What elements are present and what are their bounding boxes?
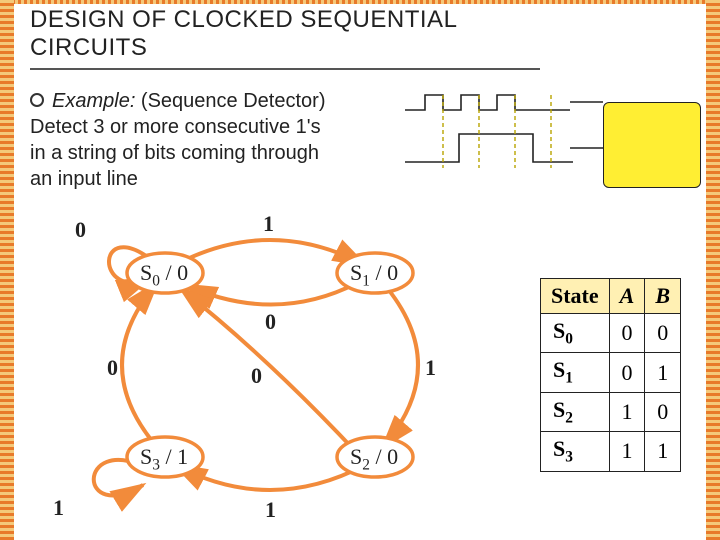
example-rest: (Sequence Detector): [135, 90, 325, 112]
edge-s1-s2: 1: [425, 355, 436, 381]
example-body2: in a string of bits coming through: [30, 142, 319, 164]
edge-s1-s0: 0: [265, 309, 276, 335]
th-A: A: [609, 279, 645, 314]
table-row: S1 0 1: [541, 353, 681, 392]
example-label: Example:: [52, 90, 135, 112]
state-diagram: S0 / 0 S1 / 0 S2 / 0 S3 / 1 0 1 0 1 0 1 …: [25, 205, 525, 535]
decorative-frame-right: [706, 0, 720, 540]
state-diagram-svg: [25, 205, 525, 535]
table-row: S3 1 1: [541, 432, 681, 471]
state-s1-label: S1 / 0: [350, 260, 398, 290]
table-header-row: State A B: [541, 279, 681, 314]
decorative-frame-top: [0, 0, 720, 4]
edge-s0-self: 0: [75, 217, 86, 243]
edge-s0-s1: 1: [263, 211, 274, 237]
edge-s2-s0: 0: [251, 363, 262, 389]
example-body3: an input line: [30, 168, 138, 190]
page-title: DESIGN OF CLOCKED SEQUENTIAL CIRCUITS: [30, 6, 457, 62]
title-underline: [30, 68, 540, 70]
edge-s2-s3: 1: [265, 497, 276, 523]
title-line1: DESIGN OF CLOCKED SEQUENTIAL: [30, 6, 457, 33]
block-diagram: [405, 90, 705, 200]
example-text: Example: (Sequence Detector) Detect 3 or…: [30, 88, 390, 192]
bullet-icon: [30, 93, 44, 107]
state-s0-label: S0 / 0: [140, 260, 188, 290]
example-body1: Detect 3 or more consecutive 1's: [30, 116, 321, 138]
table-row: S0 0 0: [541, 314, 681, 353]
state-s2-label: S2 / 0: [350, 444, 398, 474]
th-state: State: [541, 279, 610, 314]
title-line2: CIRCUITS: [30, 34, 147, 61]
state-encoding-table: State A B S0 0 0 S1 0 1 S2 1 0 S3 1 1: [540, 278, 681, 472]
edge-s3-s0: 0: [107, 355, 118, 381]
th-B: B: [645, 279, 681, 314]
state-s3-label: S3 / 1: [140, 444, 188, 474]
decorative-frame-left: [0, 0, 14, 540]
circuit-block-icon: [603, 102, 701, 188]
table-row: S2 1 0: [541, 392, 681, 431]
edge-s3-self: 1: [53, 495, 64, 521]
